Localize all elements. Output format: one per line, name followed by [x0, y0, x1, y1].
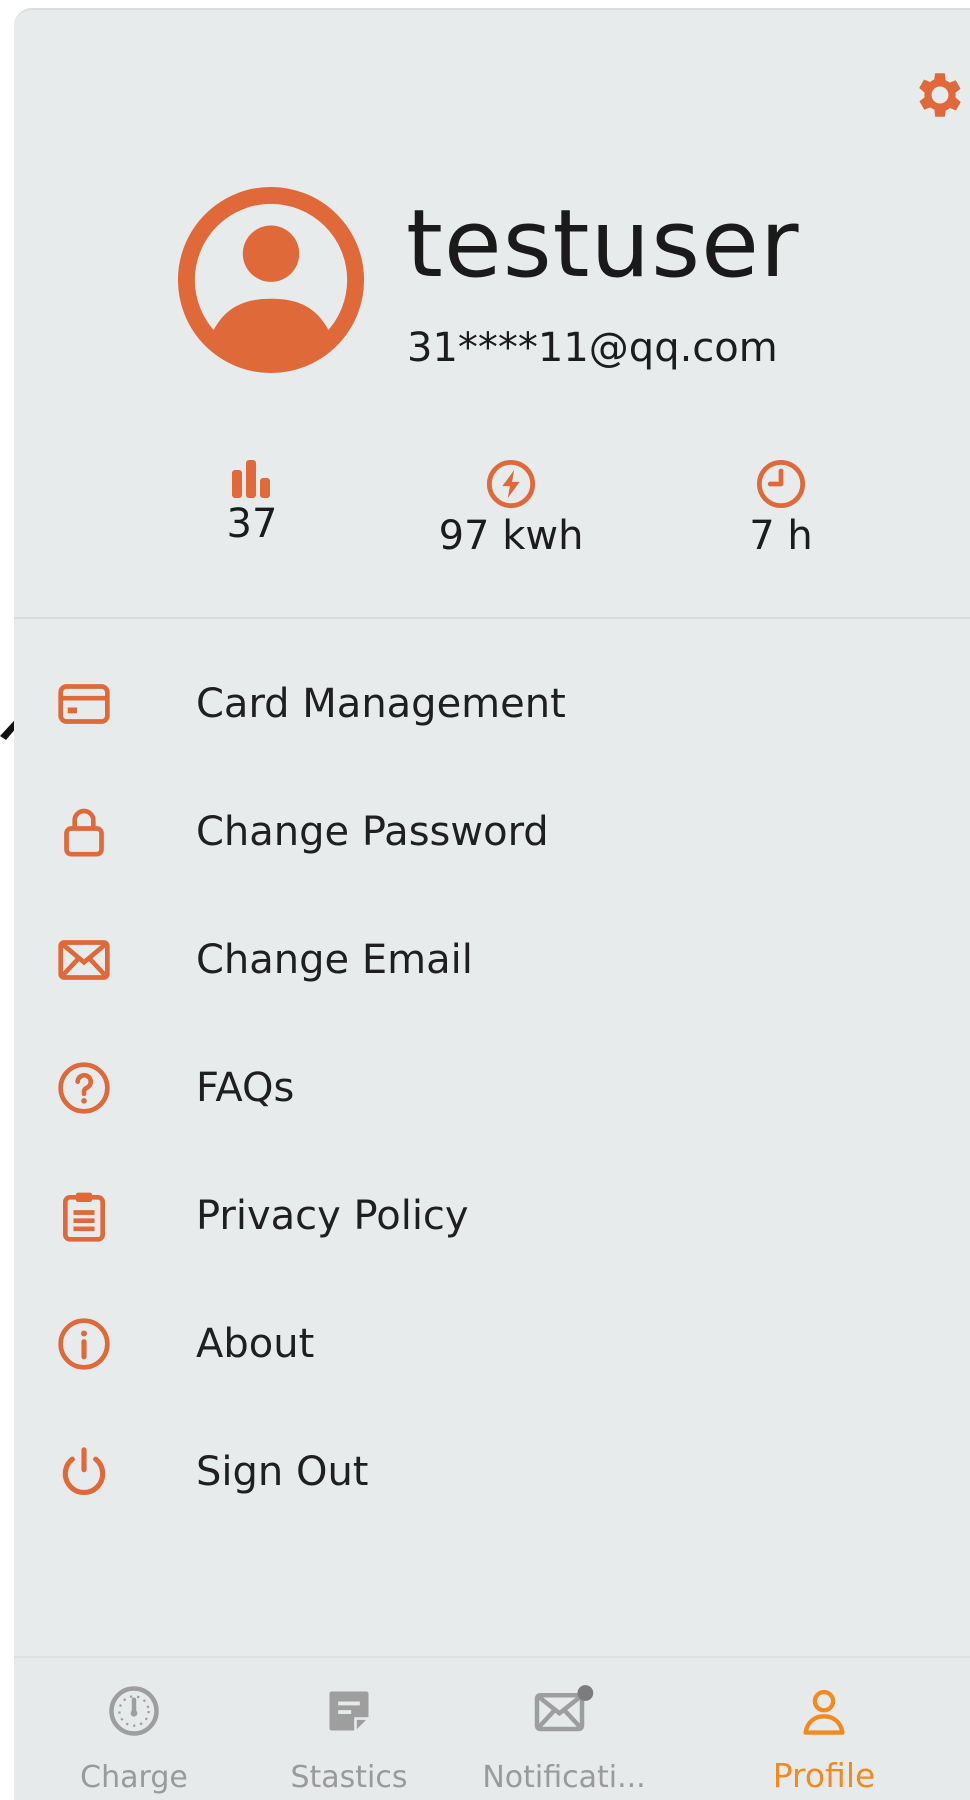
menu-item-label: Change Password [196, 809, 549, 855]
power-icon [62, 1447, 106, 1495]
menu-item-label: Card Management [196, 681, 566, 727]
note-icon [329, 1691, 369, 1731]
stat-time-value: 7 h [749, 513, 813, 559]
credit-card-icon [58, 684, 110, 724]
stat-sessions-value: 37 [226, 501, 278, 547]
menu-item-sign-out[interactable]: Sign Out [14, 1417, 970, 1527]
menu-item-label: FAQs [196, 1065, 295, 1111]
stat-sessions: 37 [212, 458, 292, 544]
menu-item-label: About [196, 1321, 315, 1367]
tab-stastics[interactable]: Stastics [249, 1658, 449, 1800]
clipboard-icon [63, 1192, 105, 1242]
stat-energy-value: 97 kwh [438, 513, 584, 559]
avatar[interactable] [177, 186, 365, 374]
menu-item-label: Sign Out [196, 1449, 369, 1495]
tab-charge[interactable]: Charge [34, 1658, 234, 1800]
tab-charge-label: Charge [80, 1760, 188, 1795]
menu-item-faqs[interactable]: FAQs [14, 1033, 970, 1143]
tab-notifications-label: Notificati... [482, 1760, 646, 1795]
profile-screen: testuser 31****11@qq.com 37 97 kwh 7 h [14, 8, 970, 1800]
menu-item-label: Privacy Policy [196, 1193, 469, 1239]
menu-item-about[interactable]: About [14, 1289, 970, 1399]
username: testuser [406, 190, 800, 299]
tab-stastics-label: Stastics [290, 1760, 408, 1795]
gauge-icon [109, 1686, 159, 1736]
lock-icon [64, 808, 104, 857]
user-email: 31****11@qq.com [407, 325, 778, 371]
tab-notifications[interactable]: Notificati... [464, 1658, 664, 1800]
menu-item-card-management[interactable]: Card Management [14, 649, 970, 759]
bar-chart-icon [232, 460, 270, 498]
mail-badge-icon [534, 1685, 594, 1732]
tab-profile[interactable]: Profile [714, 1658, 934, 1800]
lightning-icon [486, 459, 536, 509]
person-icon [803, 1689, 845, 1735]
settings-button[interactable] [911, 66, 969, 124]
menu-item-change-password[interactable]: Change Password [14, 777, 970, 887]
tab-profile-label: Profile [772, 1756, 876, 1795]
menu-item-label: Change Email [196, 937, 473, 983]
question-circle-icon [58, 1062, 110, 1114]
envelope-icon [58, 940, 110, 980]
menu-item-change-email[interactable]: Change Email [14, 905, 970, 1015]
stat-energy: 97 kwh [416, 458, 606, 556]
bottom-navigation: Charge Stastics Notificati... Profile [14, 1656, 970, 1800]
info-circle-icon [58, 1318, 110, 1370]
clock-icon [756, 459, 806, 509]
section-divider [14, 617, 970, 619]
menu-item-privacy-policy[interactable]: Privacy Policy [14, 1161, 970, 1271]
stat-time: 7 h [726, 458, 836, 556]
